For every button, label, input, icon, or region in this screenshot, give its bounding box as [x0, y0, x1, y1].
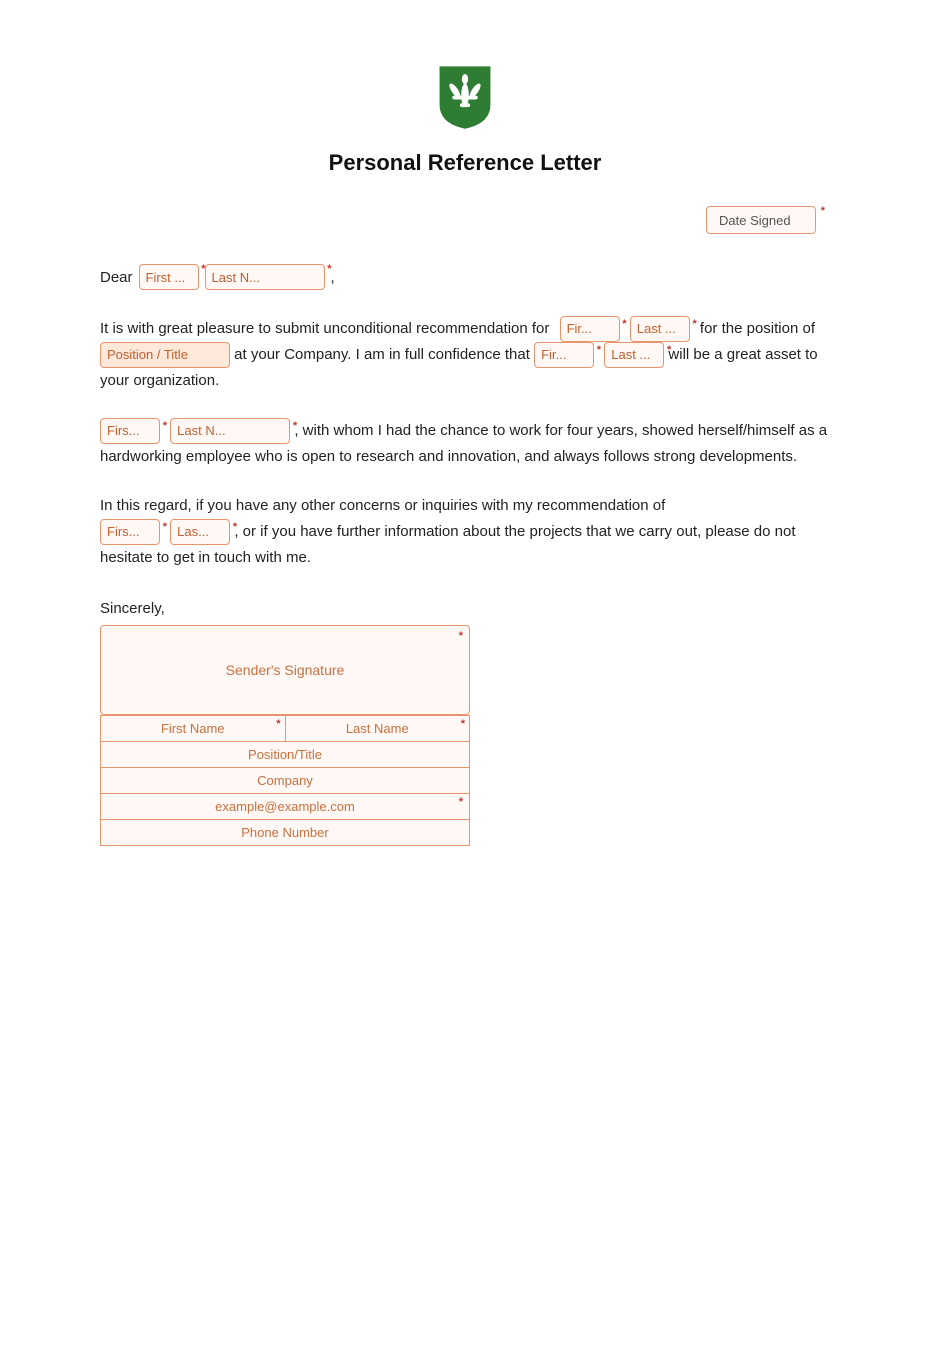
paragraph-3: In this regard, if you have any other co…: [100, 493, 830, 570]
para3-first-field[interactable]: Firs... *: [100, 519, 160, 545]
rec-last-field[interactable]: Last ... *: [630, 316, 690, 342]
signature-required-star: *: [459, 630, 463, 642]
sender-position-row: Position/Title: [100, 742, 470, 768]
dear-last-field[interactable]: Last N... *: [205, 264, 325, 290]
rec-first-field[interactable]: Fir... *: [560, 316, 620, 342]
sender-fields: First Name * Last Name * Position/Title …: [100, 715, 470, 846]
conf-first-field[interactable]: Fir... *: [534, 342, 594, 368]
logo-area: [100, 60, 830, 130]
dear-line: Dear First ... * Last N... * ,: [100, 264, 830, 290]
conf-last-field[interactable]: Last ... *: [604, 342, 664, 368]
paragraph-1: It is with great pleasure to submit unco…: [100, 316, 830, 394]
para1-for-text: for the position of: [700, 320, 815, 337]
position-title-field[interactable]: Position / Title: [100, 342, 230, 368]
sender-position-field[interactable]: Position/Title: [101, 742, 469, 767]
sender-company-row: Company: [100, 768, 470, 794]
document-title: Personal Reference Letter: [100, 150, 830, 176]
para1-before-text: It is with great pleasure to submit unco…: [100, 320, 549, 337]
date-signed-field[interactable]: Date Signed *: [706, 206, 816, 234]
sender-phone-row: Phone Number: [100, 820, 470, 846]
sender-name-row: First Name * Last Name *: [100, 715, 470, 742]
paragraph-2: Firs... * Last N... * , with whom I had …: [100, 418, 830, 470]
sender-email-field[interactable]: example@example.com *: [101, 794, 469, 819]
sender-email-row: example@example.com *: [100, 794, 470, 820]
para3-last-field[interactable]: Las... *: [170, 519, 230, 545]
sender-phone-field[interactable]: Phone Number: [101, 820, 469, 845]
para3-start-text: In this regard, if you have any other co…: [100, 497, 665, 514]
dear-first-field[interactable]: First ... *: [139, 264, 199, 290]
para2-last-field[interactable]: Last N... *: [170, 418, 290, 444]
sender-last-name-field[interactable]: Last Name *: [286, 716, 470, 741]
dear-label: Dear: [100, 269, 133, 286]
sender-first-name-field[interactable]: First Name *: [101, 716, 286, 741]
sender-company-field[interactable]: Company: [101, 768, 469, 793]
date-required-star: *: [821, 205, 825, 217]
document-page: Personal Reference Letter Date Signed * …: [20, 20, 910, 1336]
signature-placeholder: Sender's Signature: [226, 662, 345, 678]
signature-box[interactable]: * Sender's Signature: [100, 625, 470, 715]
para2-first-field[interactable]: Firs... *: [100, 418, 160, 444]
logo-icon: [430, 60, 500, 130]
date-row: Date Signed *: [100, 206, 830, 234]
sincerely-label: Sincerely,: [100, 600, 830, 617]
date-signed-placeholder: Date Signed: [719, 213, 791, 228]
